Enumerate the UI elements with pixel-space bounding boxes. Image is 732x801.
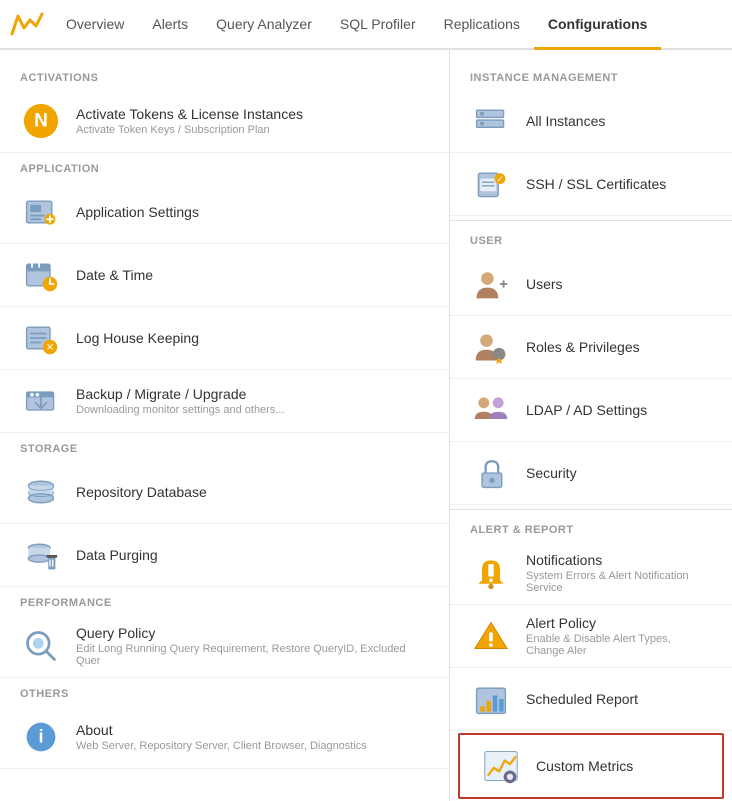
tab-replications[interactable]: Replications bbox=[430, 0, 534, 50]
notifications-title: Notifications bbox=[526, 552, 712, 568]
custom-metrics-icon bbox=[480, 745, 522, 787]
section-header-instance-management: INSTANCE MANAGEMENT bbox=[450, 62, 732, 90]
all-instances-title: All Instances bbox=[526, 113, 605, 129]
menu-item-data-purging[interactable]: Data Purging bbox=[0, 524, 449, 587]
menu-item-app-settings[interactable]: Application Settings bbox=[0, 181, 449, 244]
backup-migrate-subtitle: Downloading monitor settings and others.… bbox=[76, 404, 285, 416]
ldap-ad-title: LDAP / AD Settings bbox=[526, 402, 647, 418]
menu-item-log-housekeeping[interactable]: ✕ Log House Keeping bbox=[0, 307, 449, 370]
users-title: Users bbox=[526, 276, 563, 292]
tab-sql-profiler[interactable]: SQL Profiler bbox=[326, 0, 430, 50]
notifications-icon bbox=[470, 552, 512, 594]
security-title: Security bbox=[526, 465, 577, 481]
alert-policy-icon bbox=[470, 615, 512, 657]
query-policy-subtitle: Edit Long Running Query Requirement, Res… bbox=[76, 643, 429, 667]
users-icon bbox=[470, 263, 512, 305]
right-panel: INSTANCE MANAGEMENT All Instances bbox=[450, 50, 732, 801]
security-icon bbox=[470, 452, 512, 494]
log-housekeeping-icon: ✕ bbox=[20, 317, 62, 359]
backup-migrate-icon bbox=[20, 380, 62, 422]
notifications-subtitle: System Errors & Alert Notification Servi… bbox=[526, 570, 712, 594]
query-policy-icon bbox=[20, 625, 62, 667]
ldap-ad-icon bbox=[470, 389, 512, 431]
activate-tokens-title: Activate Tokens & License Instances bbox=[76, 106, 303, 122]
menu-item-ssh-ssl[interactable]: ✓ SSH / SSL Certificates bbox=[450, 153, 732, 216]
section-header-activations: ACTIVATIONS bbox=[0, 62, 449, 90]
about-title: About bbox=[76, 722, 367, 738]
menu-item-repository-db[interactable]: Repository Database bbox=[0, 461, 449, 524]
section-header-performance: PERFORMANCE bbox=[0, 587, 449, 615]
custom-metrics-title: Custom Metrics bbox=[536, 758, 633, 774]
date-time-title: Date & Time bbox=[76, 267, 153, 283]
tab-alerts[interactable]: Alerts bbox=[138, 0, 202, 50]
svg-text:✕: ✕ bbox=[46, 343, 54, 354]
app-logo bbox=[8, 6, 44, 42]
ssl-certificates-icon: ✓ bbox=[470, 163, 512, 205]
main-content: ACTIVATIONS N Activate Tokens & License … bbox=[0, 50, 732, 801]
token-icon: N bbox=[20, 100, 62, 142]
menu-item-notifications[interactable]: Notifications System Errors & Alert Noti… bbox=[450, 542, 732, 605]
menu-item-scheduled-report[interactable]: Scheduled Report bbox=[450, 668, 732, 731]
query-policy-title: Query Policy bbox=[76, 625, 429, 641]
data-purging-icon bbox=[20, 534, 62, 576]
repository-icon bbox=[20, 471, 62, 513]
section-header-user: USER bbox=[450, 225, 732, 253]
alert-policy-subtitle: Enable & Disable Alert Types, Change Ale… bbox=[526, 633, 712, 657]
menu-item-activate-tokens[interactable]: N Activate Tokens & License Instances Ac… bbox=[0, 90, 449, 153]
menu-item-all-instances[interactable]: All Instances bbox=[450, 90, 732, 153]
about-subtitle: Web Server, Repository Server, Client Br… bbox=[76, 740, 367, 752]
top-navigation: Overview Alerts Query Analyzer SQL Profi… bbox=[0, 0, 732, 50]
date-time-icon bbox=[20, 254, 62, 296]
roles-privileges-icon bbox=[470, 326, 512, 368]
tab-overview[interactable]: Overview bbox=[52, 0, 138, 50]
section-header-alert-report: ALERT & REPORT bbox=[450, 514, 732, 542]
svg-text:N: N bbox=[34, 111, 48, 132]
left-panel: ACTIVATIONS N Activate Tokens & License … bbox=[0, 50, 450, 801]
app-settings-title: Application Settings bbox=[76, 204, 199, 220]
section-header-storage: STORAGE bbox=[0, 433, 449, 461]
menu-item-custom-metrics[interactable]: Custom Metrics bbox=[458, 733, 724, 799]
menu-item-backup-migrate[interactable]: Backup / Migrate / Upgrade Downloading m… bbox=[0, 370, 449, 433]
divider-instance-user bbox=[450, 220, 732, 221]
data-purging-title: Data Purging bbox=[76, 547, 158, 563]
ssh-ssl-title: SSH / SSL Certificates bbox=[526, 176, 666, 192]
menu-item-roles-privileges[interactable]: Roles & Privileges bbox=[450, 316, 732, 379]
menu-item-users[interactable]: Users bbox=[450, 253, 732, 316]
alert-policy-title: Alert Policy bbox=[526, 615, 712, 631]
divider-user-alert bbox=[450, 509, 732, 510]
svg-text:i: i bbox=[38, 726, 43, 746]
activate-tokens-subtitle: Activate Token Keys / Subscription Plan bbox=[76, 124, 303, 136]
roles-privileges-title: Roles & Privileges bbox=[526, 339, 640, 355]
all-instances-icon bbox=[470, 100, 512, 142]
scheduled-report-title: Scheduled Report bbox=[526, 691, 638, 707]
menu-item-date-time[interactable]: Date & Time bbox=[0, 244, 449, 307]
menu-item-alert-policy[interactable]: Alert Policy Enable & Disable Alert Type… bbox=[450, 605, 732, 668]
svg-text:✓: ✓ bbox=[496, 174, 504, 184]
menu-item-about[interactable]: i About Web Server, Repository Server, C… bbox=[0, 706, 449, 769]
tab-query-analyzer[interactable]: Query Analyzer bbox=[202, 0, 326, 50]
tab-configurations[interactable]: Configurations bbox=[534, 0, 662, 50]
menu-item-security[interactable]: Security bbox=[450, 442, 732, 505]
app-settings-icon bbox=[20, 191, 62, 233]
repository-db-title: Repository Database bbox=[76, 484, 207, 500]
section-header-others: OTHERS bbox=[0, 678, 449, 706]
section-header-application: APPLICATION bbox=[0, 153, 449, 181]
log-housekeeping-title: Log House Keeping bbox=[76, 330, 199, 346]
about-icon: i bbox=[20, 716, 62, 758]
menu-item-query-policy[interactable]: Query Policy Edit Long Running Query Req… bbox=[0, 615, 449, 678]
scheduled-report-icon bbox=[470, 678, 512, 720]
menu-item-ldap-ad[interactable]: LDAP / AD Settings bbox=[450, 379, 732, 442]
backup-migrate-title: Backup / Migrate / Upgrade bbox=[76, 386, 285, 402]
